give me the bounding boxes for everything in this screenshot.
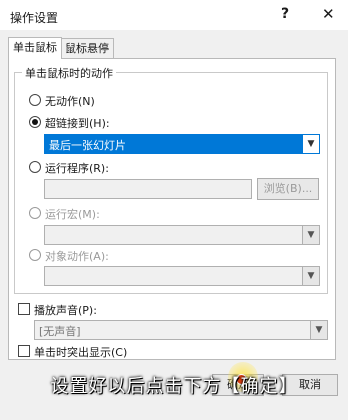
macro-select[interactable]: ▼ — [44, 225, 320, 245]
close-button[interactable]: ✕ — [322, 5, 335, 23]
label-play-sound: 播放声音(P): — [34, 304, 97, 317]
tutorial-caption: 设置好以后点击下方【确定】 — [50, 376, 298, 397]
label-highlight-click: 单击时突出显示(C) — [34, 346, 128, 359]
group-label: 单击鼠标时的动作 — [22, 65, 116, 81]
dialog-title: 操作设置 — [10, 11, 59, 25]
browse-button[interactable]: 浏览(B)... — [257, 178, 319, 200]
label-object-action: 对象动作(A): — [45, 250, 109, 263]
chevron-down-icon[interactable]: ▼ — [310, 321, 327, 339]
action-settings-dialog: 操作设置 ? ✕ 单击鼠标 鼠标悬停 单击鼠标时的动作 无动作(N) 超链接到(… — [0, 0, 348, 420]
sound-select[interactable]: [无声音] ▼ — [34, 320, 328, 340]
label-hyperlink: 超链接到(H): — [45, 117, 110, 130]
hyperlink-select[interactable]: 最后一张幻灯片 ▼ — [44, 134, 320, 154]
highlight-click-checkbox[interactable] — [18, 345, 30, 357]
chevron-down-icon[interactable]: ▼ — [302, 267, 319, 285]
radio-run-program[interactable] — [29, 161, 41, 173]
run-program-input[interactable] — [44, 179, 252, 199]
dialog-titlebar: 操作设置 ? ✕ — [0, 0, 348, 30]
radio-object-action[interactable] — [29, 249, 41, 261]
label-no-action: 无动作(N) — [45, 95, 95, 108]
radio-run-macro[interactable] — [29, 207, 41, 219]
play-sound-checkbox[interactable] — [18, 303, 30, 315]
help-button[interactable]: ? — [281, 6, 289, 22]
tab-mouse-over[interactable]: 鼠标悬停 — [60, 38, 114, 58]
label-run-program: 运行程序(R): — [45, 162, 109, 175]
object-action-select[interactable]: ▼ — [44, 266, 320, 286]
radio-no-action[interactable] — [29, 94, 41, 106]
sound-value: [无声音] — [39, 325, 81, 338]
tab-mouse-click[interactable]: 单击鼠标 — [8, 37, 62, 59]
hyperlink-value: 最后一张幻灯片 — [49, 139, 126, 152]
label-run-macro: 运行宏(M): — [45, 208, 100, 221]
chevron-down-icon[interactable]: ▼ — [302, 135, 319, 153]
chevron-down-icon[interactable]: ▼ — [302, 226, 319, 244]
radio-hyperlink[interactable] — [29, 116, 41, 128]
